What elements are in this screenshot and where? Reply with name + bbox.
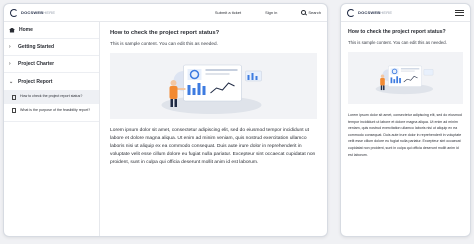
logo-icon: [347, 8, 355, 17]
brand-logo[interactable]: DOCSWEBHERE: [347, 8, 393, 17]
top-navbar: DOCSWEBHERE Submit a ticket Sign in Sear…: [4, 4, 327, 22]
chevron-down-icon: ⌄: [9, 78, 14, 85]
home-icon: [9, 27, 15, 33]
chevron-right-icon: ›: [9, 44, 11, 50]
brand-suffix: HERE: [43, 10, 56, 15]
article-subtitle: This is sample content. You can edit thi…: [348, 40, 447, 45]
brand-suffix: HERE: [380, 10, 393, 15]
article-content: How to check the project report status? …: [100, 22, 327, 236]
illustration-image: [375, 65, 434, 95]
brand-name: DOCSWEB: [21, 10, 44, 15]
article-title: How to check the project report status?: [348, 29, 446, 35]
article-subtitle: This is sample content. You can edit thi…: [110, 41, 218, 46]
brand-logo[interactable]: DOCSWEBHERE: [10, 8, 56, 17]
article-body: Lorem ipsum dolor sit amet, consectetur …: [110, 128, 316, 165]
search-button[interactable]: Search: [301, 10, 321, 15]
brand-name: DOCSWEB: [358, 10, 381, 15]
hamburger-menu-icon[interactable]: [455, 9, 464, 16]
sidebar-item-project-report[interactable]: ⌄ Project Report: [4, 73, 99, 90]
illustration-image: [161, 64, 262, 114]
article-title: How to check the project report status?: [110, 30, 220, 36]
mobile-article-content: How to check the project report status? …: [341, 22, 470, 165]
document-icon: [12, 108, 16, 113]
article-body: Lorem ipsum dolor sit amet, consectetur …: [348, 113, 462, 157]
logo-icon: [10, 8, 18, 17]
dashboard-illustration: [348, 52, 463, 104]
search-label: Search: [308, 10, 321, 15]
chevron-right-icon: ›: [9, 61, 11, 67]
dashboard-illustration: [110, 53, 317, 119]
sidebar: Home › Getting Started › Project Charter…: [4, 22, 100, 236]
desktop-preview: DOCSWEBHERE Submit a ticket Sign in Sear…: [3, 3, 328, 237]
sidebar-subitem-feasibility[interactable]: What is the purpose of the feasibility r…: [4, 104, 99, 118]
sidebar-item-home[interactable]: Home: [4, 22, 99, 39]
sidebar-item-getting-started[interactable]: › Getting Started: [4, 39, 99, 56]
submit-ticket-link[interactable]: Submit a ticket: [215, 10, 241, 15]
sidebar-subitem-report-status[interactable]: How to check the project report status?: [4, 90, 99, 104]
sidebar-sublist: How to check the project report status? …: [4, 90, 99, 122]
mobile-navbar: DOCSWEBHERE: [341, 4, 470, 22]
sign-in-link[interactable]: Sign in: [265, 10, 277, 15]
sidebar-item-project-charter[interactable]: › Project Charter: [4, 56, 99, 73]
mobile-preview: DOCSWEBHERE How to check the project rep…: [340, 3, 471, 237]
search-icon: [301, 10, 307, 15]
document-icon: [12, 94, 16, 100]
